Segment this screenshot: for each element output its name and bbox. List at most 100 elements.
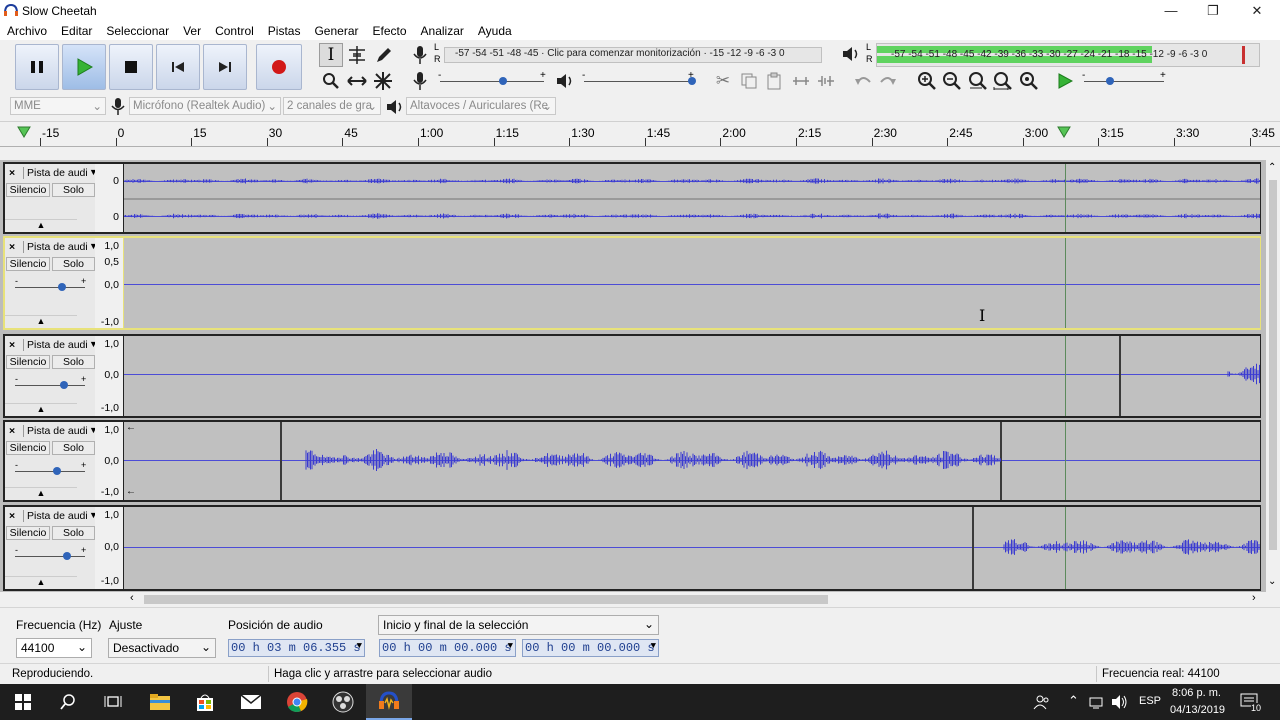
zoom-toggle-button[interactable]	[1017, 69, 1041, 93]
gain-slider[interactable]: - +	[13, 460, 87, 478]
audio-track-selected[interactable]: × Pista de audi ▼ Silencio Solo - + ▲ 1,0 0…	[3, 236, 1261, 330]
undo-button[interactable]	[851, 69, 875, 93]
close-track-icon[interactable]: ×	[9, 167, 22, 179]
mail-taskbar-button[interactable]	[228, 684, 274, 720]
mute-button[interactable]: Silencio	[6, 355, 50, 369]
skip-to-end-button[interactable]	[203, 44, 247, 90]
mute-button[interactable]: Silencio	[6, 526, 50, 540]
cut-button[interactable]: ✂	[711, 69, 735, 93]
volume-icon[interactable]	[1111, 694, 1129, 710]
collapse-track-button[interactable]: ▲	[5, 315, 77, 328]
close-button[interactable]: ✕	[1234, 0, 1280, 21]
collapse-track-button[interactable]: ▲	[5, 219, 77, 232]
collapse-track-button[interactable]: ▲	[5, 576, 77, 589]
close-track-icon[interactable]: ×	[9, 425, 22, 437]
gain-slider[interactable]: - +	[13, 276, 87, 294]
obs-taskbar-button[interactable]	[320, 684, 366, 720]
stop-button[interactable]	[109, 44, 153, 90]
file-explorer-taskbar-button[interactable]	[137, 684, 183, 720]
copy-button[interactable]	[737, 69, 761, 93]
input-volume-knob[interactable]	[499, 77, 507, 85]
input-volume-slider[interactable]: - +	[436, 70, 548, 90]
zoom-tool-button[interactable]	[319, 69, 343, 93]
pause-button[interactable]	[15, 44, 59, 90]
store-taskbar-button[interactable]	[182, 684, 228, 720]
zoom-in-button[interactable]	[915, 69, 939, 93]
audacity-taskbar-button[interactable]	[366, 684, 412, 720]
selection-mode-select[interactable]: Inicio y final de la selección ⌄	[378, 615, 659, 635]
selection-start-field[interactable]: 00 h 00 m 00.000 s ▼	[379, 639, 516, 657]
mute-button[interactable]: Silencio	[6, 183, 50, 197]
scroll-down-icon[interactable]: ⌄	[1268, 576, 1276, 587]
redo-button[interactable]	[876, 69, 900, 93]
selection-tool-button[interactable]: I	[319, 43, 343, 67]
project-rate-select[interactable]: 44100 ⌄	[16, 638, 92, 658]
solo-button[interactable]: Solo	[52, 355, 95, 369]
solo-button[interactable]: Solo	[52, 257, 95, 271]
horizontal-scroll-thumb[interactable]	[144, 595, 828, 604]
menu-seleccionar[interactable]: Seleccionar	[99, 24, 176, 38]
menu-ver[interactable]: Ver	[176, 24, 208, 38]
output-device-select[interactable]: Altavoces / Auriculares (Re ⌄	[406, 97, 556, 115]
menu-archivo[interactable]: Archivo	[0, 24, 54, 38]
zoom-out-button[interactable]	[940, 69, 964, 93]
output-volume-knob[interactable]	[688, 77, 696, 85]
menu-control[interactable]: Control	[208, 24, 261, 38]
mute-button[interactable]: Silencio	[6, 441, 50, 455]
menu-generar[interactable]: Generar	[307, 24, 365, 38]
gain-knob[interactable]	[53, 467, 61, 475]
play-button[interactable]	[62, 44, 106, 90]
track-waveform[interactable]	[124, 507, 1260, 589]
collapse-track-button[interactable]: ▲	[5, 403, 77, 416]
solo-button[interactable]: Solo	[52, 183, 95, 197]
clock-date[interactable]: 04/13/2019	[1170, 704, 1225, 716]
horizontal-scrollbar[interactable]: ‹ ›	[128, 592, 1266, 607]
track-waveform[interactable]	[124, 164, 1260, 232]
start-button[interactable]	[0, 684, 46, 720]
gain-knob[interactable]	[60, 381, 68, 389]
play-meter[interactable]: -57 -54 -51 -48 -45 -42 -39 -36 -33 -30 …	[876, 43, 1260, 67]
skip-to-start-button[interactable]	[156, 44, 200, 90]
audio-track[interactable]: × Pista de audi ▼ Silencio Solo - + ▲ 1,0 0…	[3, 420, 1261, 502]
host-select[interactable]: MME ⌄	[10, 97, 106, 115]
track-waveform[interactable]	[124, 336, 1260, 416]
fit-selection-button[interactable]	[966, 69, 990, 93]
fit-project-button[interactable]	[991, 69, 1015, 93]
chrome-taskbar-button[interactable]	[274, 684, 320, 720]
timeline-ruler[interactable]: -15 0 15 30 45 1:00 1:15 1:30 1:45 2:00 2:15 2:30 2:…	[0, 121, 1280, 149]
audio-track[interactable]: × Pista de audi ▼ Silencio Solo - + ▲ 1,0 0…	[3, 505, 1261, 591]
solo-button[interactable]: Solo	[52, 526, 95, 540]
gain-knob[interactable]	[58, 283, 66, 291]
scroll-up-icon[interactable]: ⌃	[1268, 162, 1276, 173]
playback-speed-knob[interactable]	[1106, 77, 1114, 85]
gain-slider[interactable]: - +	[13, 545, 87, 563]
language-indicator[interactable]: ESP	[1139, 695, 1161, 707]
vertical-scrollbar[interactable]: ⌃ ⌄	[1266, 160, 1280, 592]
mute-button[interactable]: Silencio	[6, 257, 50, 271]
restore-button[interactable]: ❐	[1190, 0, 1236, 21]
search-button[interactable]	[45, 684, 91, 720]
draw-tool-button[interactable]	[371, 43, 395, 67]
output-volume-slider[interactable]: - +	[580, 70, 696, 90]
collapse-track-button[interactable]: ▲	[5, 487, 77, 500]
scroll-right-icon[interactable]: ›	[1252, 592, 1256, 604]
close-track-icon[interactable]: ×	[9, 339, 22, 351]
gain-knob[interactable]	[63, 552, 71, 560]
clock-time[interactable]: 8:06 p. m.	[1172, 687, 1221, 699]
network-icon[interactable]	[1089, 695, 1105, 709]
task-view-button[interactable]	[90, 684, 136, 720]
scroll-left-icon[interactable]: ‹	[130, 592, 134, 604]
gain-slider[interactable]: - +	[13, 374, 87, 392]
input-device-select[interactable]: Micrófono (Realtek Audio) ⌄	[129, 97, 281, 115]
audio-track[interactable]: × Pista de audi ▼ Silencio Solo - + ▲ 1,0 0…	[3, 334, 1261, 418]
snap-select[interactable]: Desactivado ⌄	[108, 638, 216, 658]
silence-button[interactable]	[814, 69, 838, 93]
menu-editar[interactable]: Editar	[54, 24, 99, 38]
record-button[interactable]	[256, 44, 302, 90]
solo-button[interactable]: Solo	[52, 441, 95, 455]
envelope-tool-button[interactable]	[345, 43, 369, 67]
close-track-icon[interactable]: ×	[9, 510, 22, 522]
track-waveform[interactable]: I	[124, 238, 1260, 328]
paste-button[interactable]	[762, 69, 786, 93]
minimize-button[interactable]: —	[1148, 0, 1194, 21]
